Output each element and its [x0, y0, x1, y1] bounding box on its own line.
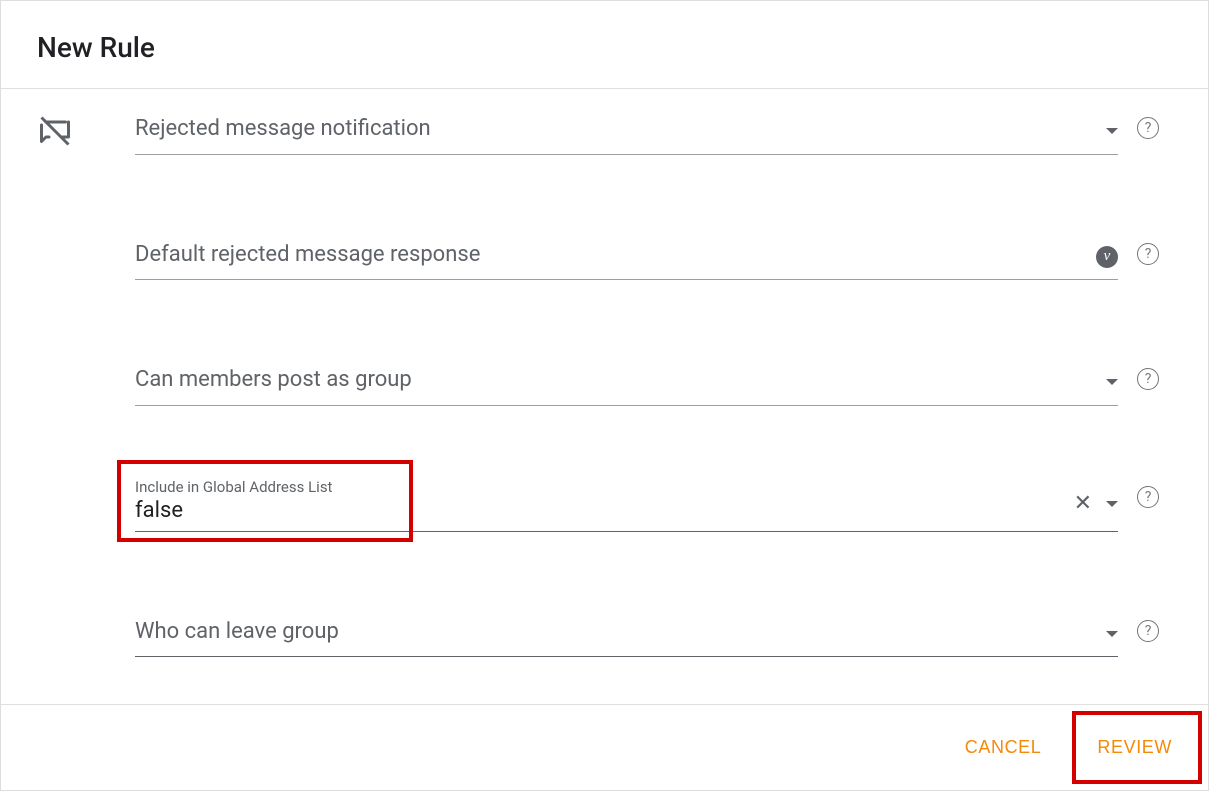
new-rule-dialog: New Rule Rejected message notification — [0, 0, 1209, 791]
field-who-can-leave[interactable]: Who can leave group — [135, 612, 1118, 658]
help-icon[interactable]: ? — [1137, 486, 1159, 508]
field-row-default-rejected-response: Default rejected message response v ? — [37, 235, 1208, 281]
help-icon[interactable]: ? — [1137, 117, 1159, 139]
cancel-button[interactable]: CANCEL — [941, 725, 1066, 770]
left-icon-column — [37, 109, 135, 153]
field-rejected-notification[interactable]: Rejected message notification — [135, 109, 1118, 155]
dialog-footer: CANCEL REVIEW — [1, 704, 1208, 790]
field-row-post-as-group: Can members post as group ? — [37, 360, 1208, 406]
dialog-body[interactable]: Rejected message notification ? Default … — [1, 89, 1208, 704]
chevron-down-icon[interactable] — [1106, 501, 1118, 507]
dialog-header: New Rule — [1, 1, 1208, 89]
help-icon[interactable]: ? — [1137, 243, 1159, 265]
field-label: Who can leave group — [135, 612, 1118, 657]
field-value: false — [135, 498, 1118, 531]
help-icon[interactable]: ? — [1137, 368, 1159, 390]
field-row-include-gal: Include in Global Address List false ✕ ? — [37, 478, 1208, 532]
chevron-down-icon[interactable] — [1106, 379, 1118, 385]
review-button[interactable]: REVIEW — [1073, 725, 1196, 770]
chat-off-icon — [37, 134, 73, 153]
field-default-rejected-response[interactable]: Default rejected message response v — [135, 235, 1118, 281]
variable-badge-icon[interactable]: v — [1096, 246, 1118, 268]
field-label: Default rejected message response — [135, 235, 1118, 280]
field-include-gal[interactable]: Include in Global Address List false ✕ — [135, 478, 1118, 532]
chevron-down-icon[interactable] — [1106, 631, 1118, 637]
field-label: Can members post as group — [135, 360, 1118, 405]
field-small-label: Include in Global Address List — [135, 478, 1118, 498]
help-icon[interactable]: ? — [1137, 620, 1159, 642]
chevron-down-icon[interactable] — [1106, 128, 1118, 134]
field-row-rejected-notification: Rejected message notification ? — [37, 109, 1208, 155]
field-post-as-group[interactable]: Can members post as group — [135, 360, 1118, 406]
field-label: Rejected message notification — [135, 109, 1118, 154]
field-row-who-can-leave: Who can leave group ? — [37, 612, 1208, 658]
clear-icon[interactable]: ✕ — [1074, 493, 1092, 515]
dialog-title: New Rule — [37, 31, 1172, 64]
